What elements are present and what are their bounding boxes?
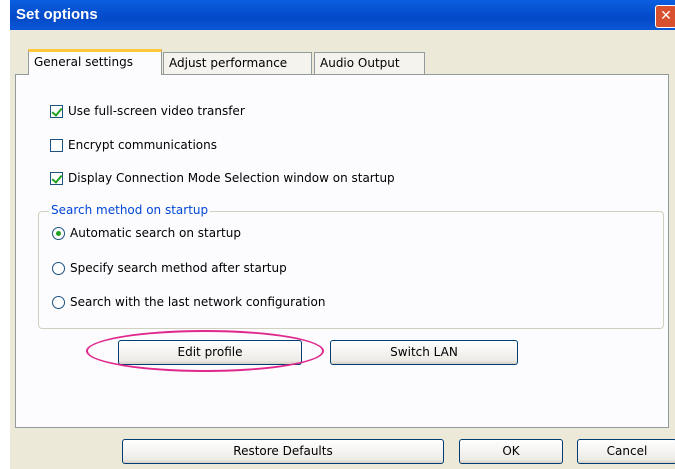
radio-specify-search-row[interactable]: Specify search method after startup [52, 260, 287, 276]
connection-mode-label: Display Connection Mode Selection window… [68, 171, 395, 185]
tab-adjust-performance[interactable]: Adjust performance [163, 52, 312, 74]
restore-defaults-button[interactable]: Restore Defaults [122, 439, 444, 464]
tab-general-settings[interactable]: General settings [28, 49, 162, 75]
tab-audio-output[interactable]: Audio Output [314, 52, 425, 74]
fullscreen-video-checkbox[interactable] [50, 104, 63, 118]
radio-specify-search-label: Specify search method after startup [70, 261, 287, 275]
edit-profile-button[interactable]: Edit profile [118, 340, 302, 365]
switch-lan-button[interactable]: Switch LAN [330, 340, 518, 365]
title-bar[interactable]: Set options ✕ [10, 0, 675, 30]
fullscreen-video-checkbox-row[interactable]: Use full-screen video transfer [50, 103, 245, 119]
radio-last-network-row[interactable]: Search with the last network configurati… [52, 294, 325, 310]
dialog-title: Set options [16, 6, 98, 23]
radio-automatic-search-row[interactable]: Automatic search on startup [52, 225, 241, 241]
radio-last-network-label: Search with the last network configurati… [70, 295, 326, 309]
ok-button[interactable]: OK [459, 439, 563, 464]
encrypt-checkbox[interactable] [50, 138, 63, 152]
close-icon[interactable]: ✕ [655, 5, 675, 28]
radio-specify-search[interactable] [52, 261, 65, 275]
radio-automatic-search-label: Automatic search on startup [70, 226, 241, 240]
cancel-button[interactable]: Cancel [577, 439, 675, 464]
fullscreen-video-label: Use full-screen video transfer [68, 104, 245, 118]
radio-last-network[interactable] [52, 295, 65, 309]
connection-mode-checkbox[interactable] [50, 171, 63, 185]
radio-automatic-search[interactable] [52, 226, 65, 240]
search-method-group-label: Search method on startup [49, 203, 211, 217]
connection-mode-checkbox-row[interactable]: Display Connection Mode Selection window… [50, 170, 395, 186]
encrypt-checkbox-row[interactable]: Encrypt communications [50, 137, 217, 153]
encrypt-label: Encrypt communications [68, 138, 218, 152]
